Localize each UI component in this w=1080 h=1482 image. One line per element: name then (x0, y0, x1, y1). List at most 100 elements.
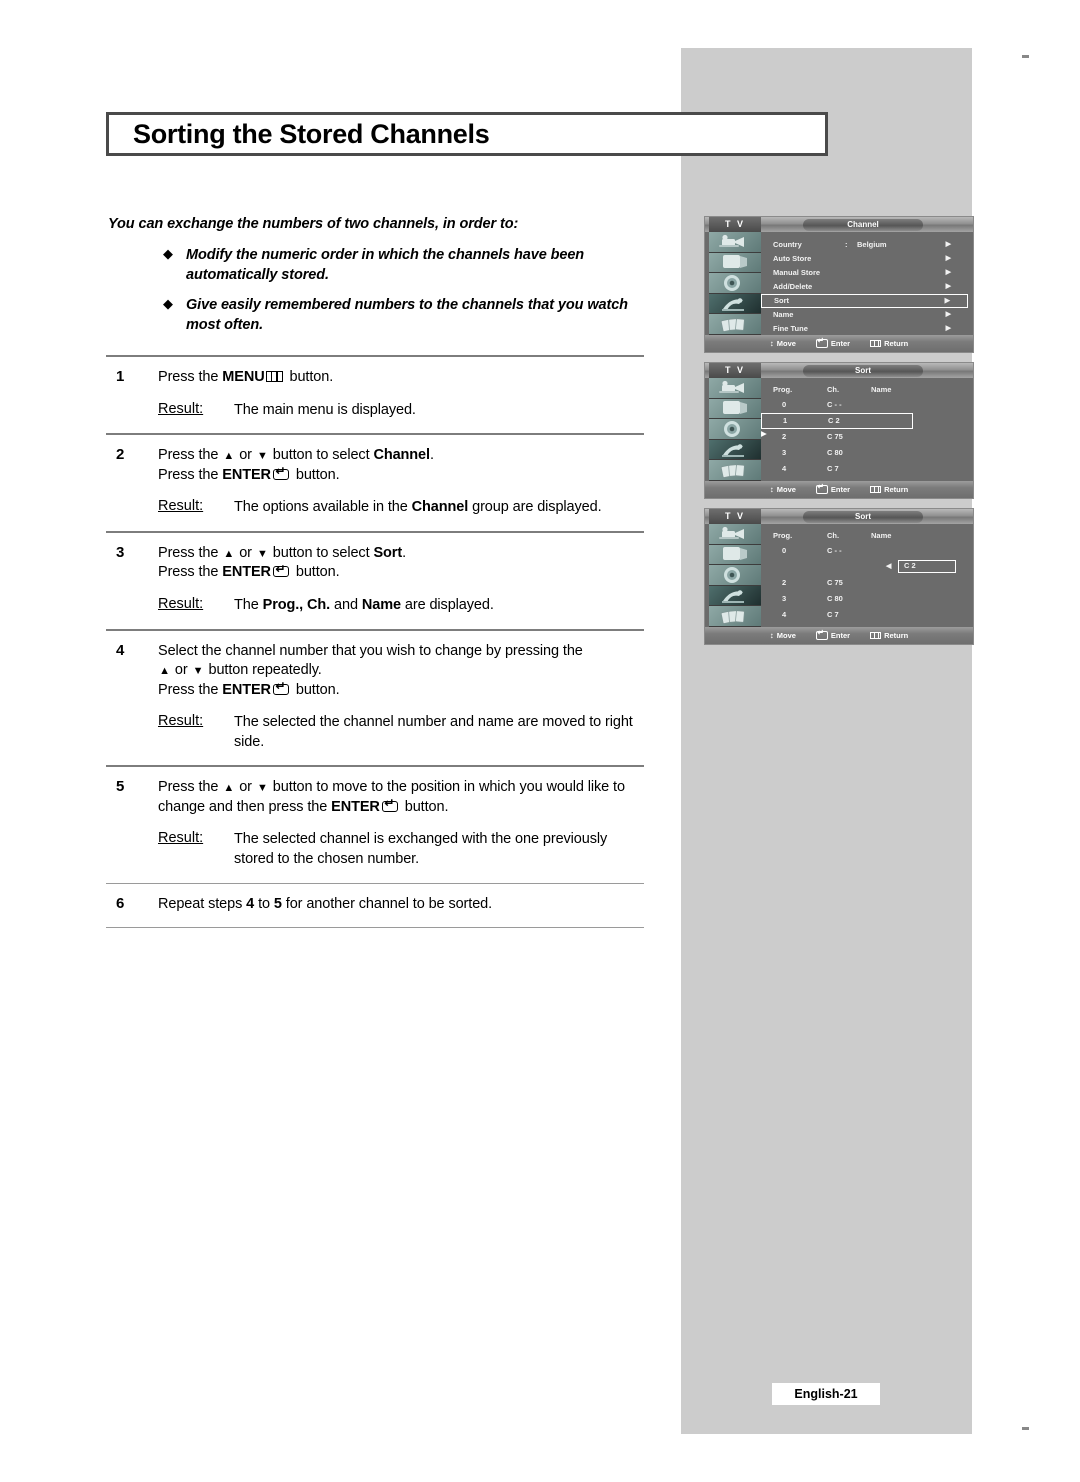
osd-screenshot-sort-moved: T V Sort Prog. Ch. Name 0 C - - ◀ C 2 2 … (704, 508, 974, 645)
step-instruction: Press the ENTER button. (158, 563, 644, 583)
step-text: button. (291, 564, 340, 581)
table-row[interactable]: 0 C - - (761, 543, 973, 559)
osd-menu-item-add-delete[interactable]: Add/Delete ▶ (761, 280, 973, 294)
table-row[interactable]: 4 C 7 (761, 461, 973, 477)
osd-footer-enter-label: Enter (830, 485, 851, 494)
table-row-moved[interactable]: ◀ C 2 (761, 559, 973, 575)
step-result: Result: The options available in the Cha… (158, 498, 644, 518)
osd-menu-colon: : (845, 240, 848, 249)
step-text: Press the (158, 369, 223, 385)
step-keyword: ENTER (222, 681, 271, 698)
step-number: 5 (116, 778, 125, 796)
step-text: button. (291, 466, 340, 483)
osd-menu-item-auto-store[interactable]: Auto Store ▶ (761, 252, 973, 266)
osd-footer-move-label: Move (776, 339, 796, 348)
result-keyword: Channel (411, 499, 469, 516)
step-text: button repeatedly. (204, 662, 322, 679)
osd-footer-bar: ↕ Move Enter Return (705, 335, 973, 352)
intro-bullet-text: Give easily remembered numbers to the ch… (186, 296, 628, 334)
osd-title: Sort (803, 364, 923, 377)
table-row[interactable]: 2 C 75 (761, 429, 973, 445)
osd-menu-label: Manual Store (773, 268, 821, 277)
step-text: for another channel to be sorted. (281, 895, 493, 912)
step-item: 2 Press the or button to select Channel.… (106, 435, 644, 531)
result-keyword: Name (361, 596, 401, 613)
cell-prog: 2 (782, 432, 787, 441)
enter-icon (815, 337, 828, 348)
osd-footer-move-label: Move (776, 631, 796, 640)
table-row[interactable]: 4 C 7 (761, 607, 973, 623)
osd-menu-value: Belgium (857, 240, 887, 249)
up-down-arrows-icon: ↕ (769, 338, 774, 348)
osd-sort-table-header: Prog. Ch. Name (761, 382, 973, 397)
osd-menu-item-fine-tune[interactable]: Fine Tune ▶ (761, 322, 973, 336)
setup-cards-icon (709, 606, 761, 627)
chevron-right-icon: ▶ (945, 325, 951, 332)
osd-menu-item-name[interactable]: Name ▶ (761, 308, 973, 322)
result-text-post: are displayed. (400, 596, 494, 613)
crop-mark-top-right (1022, 55, 1029, 58)
menu-icon (265, 371, 283, 382)
cell-ch: C - - (827, 546, 842, 555)
arrow-up-icon (222, 544, 235, 564)
cell-ch: C 7 (827, 610, 839, 619)
intro-bullet: ◆ Modify the numeric order in which the … (108, 245, 668, 286)
step-keyword: Sort (373, 544, 403, 561)
osd-footer-enter-label: Enter (830, 631, 851, 640)
table-row[interactable]: 3 C 80 (761, 445, 973, 461)
table-row[interactable]: 0 C - - (761, 397, 973, 413)
cell-prog: 3 (782, 448, 787, 457)
osd-menu-item-sort[interactable]: Sort ▶ (761, 294, 968, 308)
osd-footer-move: ↕ Move (770, 339, 796, 348)
cell-prog: 2 (782, 578, 787, 587)
step-item: 5 Press the or button to move to the pos… (106, 767, 644, 882)
chevron-right-icon: ▶ (944, 297, 950, 305)
osd-screenshot-sort-selected: T V Sort Prog. Ch. Name 0 C - - 1 C 2 ▶ … (704, 362, 974, 499)
cell-ch: C 80 (827, 594, 843, 603)
osd-menu-label: Add/Delete (773, 282, 813, 291)
step-keyword: 5 (273, 895, 282, 912)
osd-footer-return: Return (870, 485, 908, 494)
step-text: button to select (268, 447, 374, 464)
step-text: . (402, 544, 406, 561)
arrow-up-icon (222, 446, 235, 466)
osd-tv-label: T V (709, 217, 761, 232)
step-text: button. (400, 798, 449, 815)
step-item: 1 Press the MENU button. Result: The mai… (106, 357, 644, 433)
cell-prog: 0 (782, 400, 787, 409)
table-row[interactable]: 2 C 75 (761, 575, 973, 591)
step-number: 6 (116, 894, 125, 912)
picture-icon (709, 378, 761, 399)
enter-icon (272, 680, 289, 695)
channel-setup-icon (709, 293, 761, 315)
steps-list: 1 Press the MENU button. Result: The mai… (106, 355, 644, 929)
chevron-right-icon: ▶ (945, 269, 951, 276)
sound-speaker-icon (709, 273, 761, 294)
osd-screenshot-channel-menu: T V Channel Country : Belgium ▶ Auto Sto… (704, 216, 974, 353)
step-text: Press the (158, 466, 223, 483)
table-row-selected[interactable]: 1 C 2 (761, 413, 913, 429)
table-row[interactable]: 3 C 80 (761, 591, 973, 607)
arrow-left-icon: ◀ (886, 563, 892, 570)
result-text-pre: The (234, 596, 263, 613)
step-text: button. (291, 681, 340, 698)
osd-menu-item-country[interactable]: Country : Belgium ▶ (761, 238, 973, 252)
result-text-post: group are displayed. (468, 499, 602, 516)
step-keyword: 4 (246, 895, 255, 912)
column-header-prog: Prog. (773, 385, 793, 394)
step-item: 4 Select the channel number that you wis… (106, 631, 644, 766)
step-text: Repeat steps (158, 895, 247, 912)
step-keyword: ENTER (222, 466, 271, 483)
osd-footer-return: Return (870, 631, 908, 640)
result-label: Result: (158, 830, 204, 847)
osd-footer-enter: Enter (815, 337, 850, 348)
cell-ch-moved: C 2 (898, 560, 956, 573)
step-keyword: ENTER (331, 798, 380, 815)
step-instruction: Press the or button to select Sort. (158, 544, 644, 564)
osd-footer-enter: Enter (815, 483, 851, 494)
osd-footer-return: Return (870, 339, 908, 348)
step-instruction: Press the ENTER button. (158, 680, 644, 701)
osd-menu-item-manual-store[interactable]: Manual Store ▶ (761, 266, 973, 280)
step-text: to (254, 895, 274, 912)
cell-prog: 3 (782, 594, 787, 603)
